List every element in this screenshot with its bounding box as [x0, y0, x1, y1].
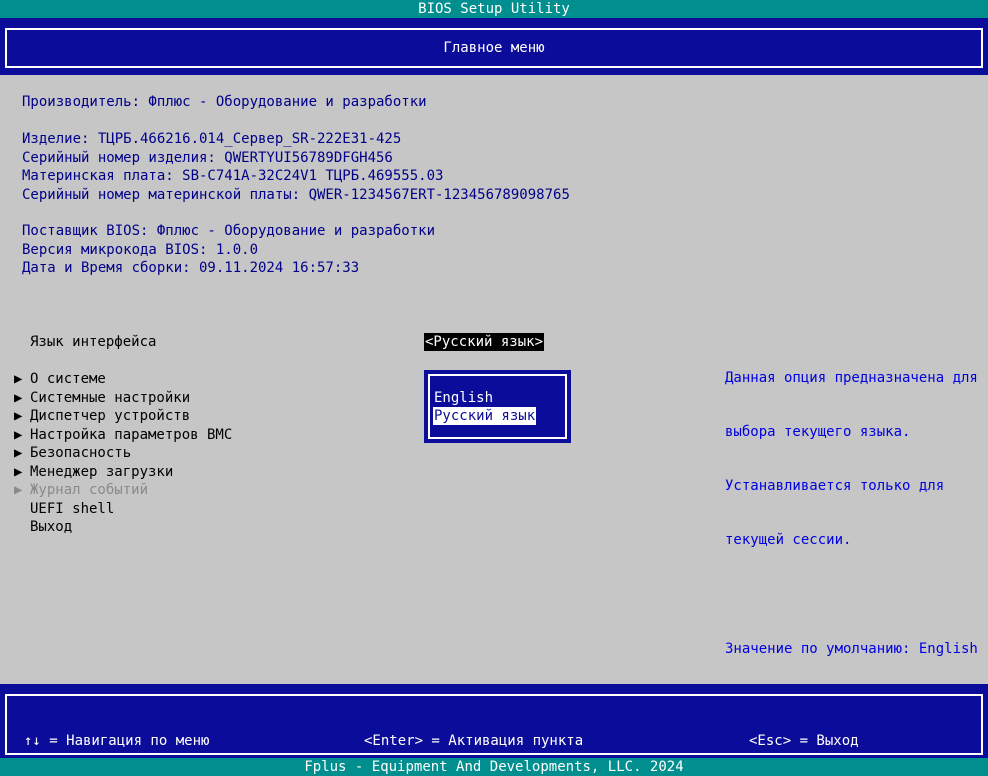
info-product-serial: Серийный номер изделия: QWERTYUI56789DFG… — [22, 149, 393, 166]
info-build-datetime: Дата и Время сборки: 09.11.2024 16:57:33 — [22, 260, 360, 276]
menu-item[interactable]: ▶ О системе — [14, 370, 232, 389]
menu-item-label: Выход — [30, 519, 73, 535]
help-line: Устанавливается только для — [725, 478, 945, 494]
hint-esc: <Esc> = Выход — [749, 733, 859, 749]
header-bar: Главное меню — [0, 18, 988, 75]
language-option[interactable]: Язык интерфейса — [30, 333, 156, 351]
menu-item[interactable]: ▶ Настройка параметров BMC — [14, 426, 232, 445]
info-motherboard: Материнская плата: SB-C741A-32C24V1 ТЦРБ… — [22, 168, 444, 184]
help-default-value: Значение по умолчанию: English — [725, 640, 978, 657]
page-title: Главное меню — [5, 28, 983, 68]
submenu-arrow-icon: ▶ — [14, 445, 23, 461]
menu-item-label: Настройка параметров BMC — [30, 426, 233, 443]
language-current-value[interactable]: <Русский язык> — [424, 333, 545, 351]
help-line: текущей сессии. — [725, 532, 852, 548]
menu-item[interactable]: UEFI shell — [14, 500, 232, 519]
window-title: BIOS Setup Utility — [0, 0, 988, 18]
menu-item-label: Диспетчер устройств — [30, 408, 191, 424]
menu-item[interactable]: ▶ Диспетчер устройств — [14, 407, 232, 426]
info-product: Изделие: ТЦРБ.466216.014_Сервер_SR-222E3… — [22, 131, 402, 147]
info-manufacturer: Производитель: Фплюс - Оборудование и ра… — [22, 94, 427, 110]
help-line: Данная опция предназначена для — [725, 370, 978, 386]
info-bios-vendor: Поставщик BIOS: Фплюс - Оборудование и р… — [22, 223, 436, 239]
menu-item-label: О системе — [30, 371, 106, 387]
language-option-english[interactable]: English — [433, 389, 494, 407]
info-motherboard-serial: Серийный номер материнской платы: QWER-1… — [22, 186, 570, 203]
menu-item-label: Журнал событий — [30, 482, 149, 498]
hint-enter: <Enter> = Активация пункта — [364, 733, 584, 749]
menu-item: ▶ Журнал событий — [14, 481, 232, 500]
submenu-arrow-icon: ▶ — [14, 463, 23, 480]
language-popup: English Русский язык — [424, 370, 571, 443]
hint-navigate: ↑↓ = Навигация по меню — [24, 733, 210, 749]
hint-bar: ↑↓ = Навигация по меню <Enter> = Активац… — [0, 684, 988, 758]
submenu-arrow-icon: ▶ — [14, 389, 23, 406]
footer-copyright: Fplus - Equipment And Developments, LLC.… — [0, 758, 988, 776]
info-microcode-version: Версия микрокода BIOS: 1.0.0 — [22, 241, 259, 258]
language-option-russian[interactable]: Русский язык — [433, 407, 537, 425]
help-panel: Данная опция предназначена для выбора те… — [725, 333, 980, 676]
menu-item-label: Системные настройки — [30, 389, 191, 406]
main-menu: ▶ О системе ▶ Системные настройки ▶ Диспетчер… — [14, 370, 232, 537]
submenu-arrow-icon: ▶ — [14, 408, 23, 424]
submenu-arrow-icon: ▶ — [14, 482, 23, 498]
submenu-arrow-icon: ▶ — [14, 371, 23, 387]
menu-item-label: Безопасность — [30, 445, 132, 461]
hint-bar-frame: ↑↓ = Навигация по меню <Enter> = Активац… — [5, 694, 983, 755]
menu-item-label: UEFI shell — [30, 500, 115, 517]
menu-item-label: Менеджер загрузки — [30, 463, 174, 480]
menu-item[interactable]: ▶ Безопасность — [14, 444, 232, 463]
menu-item[interactable]: ▶ Менеджер загрузки — [14, 463, 232, 482]
menu-item[interactable]: Выход — [14, 518, 232, 537]
menu-item[interactable]: ▶ Системные настройки — [14, 389, 232, 408]
submenu-arrow-icon: ▶ — [14, 426, 23, 443]
help-line: выбора текущего языка. — [725, 424, 911, 440]
